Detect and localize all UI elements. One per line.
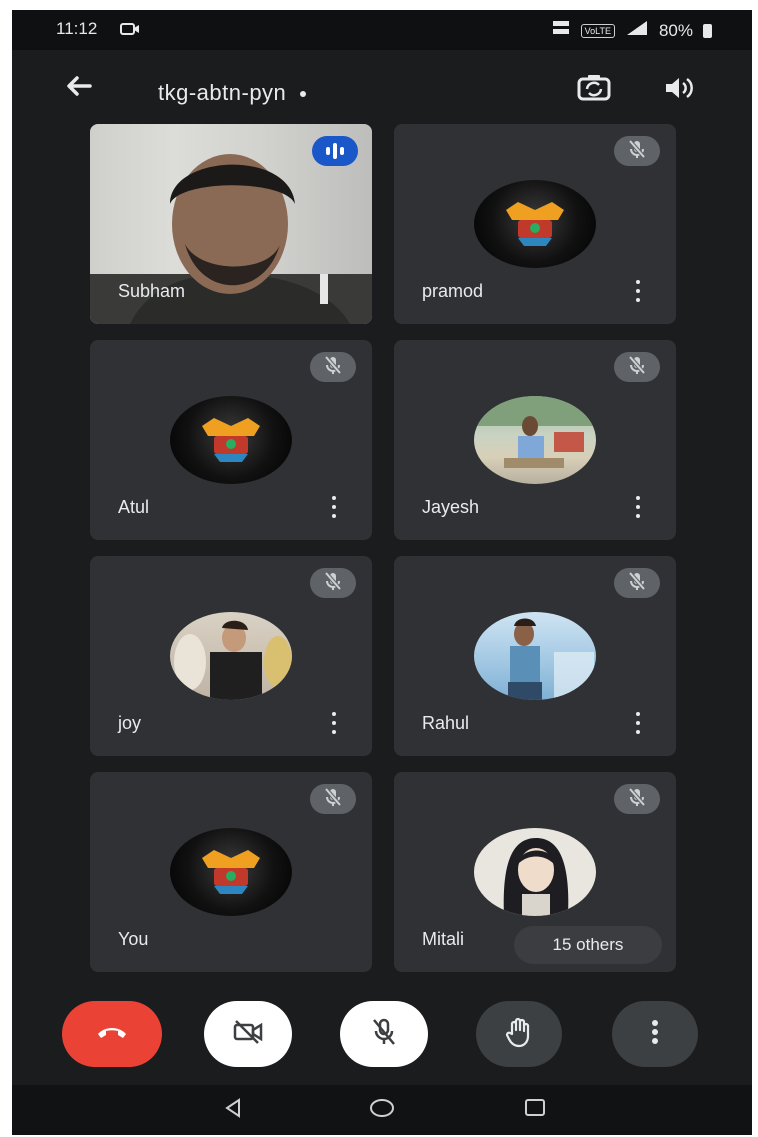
raise-hand-icon [504, 1016, 534, 1053]
status-icons: VoLTE 80% [551, 19, 712, 42]
profile-photo [474, 396, 596, 468]
meeting-code: tkg-abtn-pyn [158, 80, 287, 105]
more-vertical-icon [651, 1019, 659, 1050]
participant-menu-button[interactable] [328, 492, 340, 522]
avatar [170, 396, 292, 484]
mic-toggle-button[interactable] [340, 1001, 428, 1067]
triangle-back-icon [222, 1097, 244, 1124]
audio-wave-icon [326, 143, 344, 159]
avatar [474, 612, 596, 700]
others-chip[interactable]: 15 others [514, 926, 662, 964]
call-controls [12, 995, 752, 1075]
meeting-header: tkg-abtn-pyn [12, 58, 752, 118]
participant-menu-button[interactable] [632, 708, 644, 738]
speaker-icon [663, 74, 697, 107]
switch-camera-button[interactable] [574, 72, 614, 108]
avatar [170, 828, 292, 916]
avatar [474, 396, 596, 484]
raise-hand-button[interactable] [476, 1001, 562, 1067]
profile-photo [508, 618, 594, 700]
status-bar: 11:12 VoLTE 80% [12, 10, 752, 50]
mic-off-icon [370, 1017, 398, 1052]
signal-icon [625, 19, 649, 42]
circle-home-icon [369, 1097, 395, 1124]
meeting-code-button[interactable]: tkg-abtn-pyn [158, 80, 307, 106]
avatar [474, 828, 596, 916]
switch-camera-icon [576, 73, 612, 108]
audio-output-button[interactable] [660, 72, 700, 108]
mic-off-icon [626, 138, 648, 165]
mic-off-icon [322, 354, 344, 381]
participant-menu-button[interactable] [632, 276, 644, 306]
mic-muted-badge [614, 352, 660, 382]
arrow-back-icon [64, 74, 92, 103]
avatar [170, 612, 292, 700]
profile-photo [174, 620, 292, 700]
more-options-button[interactable] [612, 1001, 698, 1067]
battery-icon [703, 23, 712, 38]
mic-muted-badge [310, 784, 356, 814]
avatar [474, 180, 596, 268]
video-off-icon [232, 1019, 264, 1050]
crest-logo-icon [202, 850, 260, 894]
speaking-indicator [312, 136, 358, 166]
mic-muted-badge [614, 784, 660, 814]
participant-tile[interactable]: Jayesh [394, 340, 676, 540]
participant-name: Subham [118, 281, 186, 301]
chevron-right-icon [300, 91, 307, 98]
system-nav-bar [12, 1085, 752, 1135]
crest-logo-icon [202, 418, 260, 462]
participant-name: You [118, 929, 149, 949]
participant-tile[interactable]: Rahul [394, 556, 676, 756]
mic-off-icon [322, 786, 344, 813]
participant-name: joy [118, 713, 142, 733]
participant-name: Atul [118, 497, 150, 517]
square-recents-icon [523, 1097, 547, 1124]
back-button[interactable] [60, 70, 96, 106]
phone-screen: 11:12 VoLTE 80% tkg-abtn-pyn Subham pram… [12, 10, 752, 1135]
mic-off-icon [626, 570, 648, 597]
nav-home-button[interactable] [367, 1097, 397, 1123]
participant-name: Mitali [422, 929, 465, 949]
participant-menu-button[interactable] [632, 492, 644, 522]
nav-back-button[interactable] [218, 1097, 248, 1123]
participant-name: Jayesh [422, 497, 480, 517]
profile-photo [503, 838, 569, 916]
status-time: 11:12 [56, 19, 98, 38]
mic-off-icon [322, 570, 344, 597]
phone-hangup-icon [95, 1022, 129, 1047]
participant-menu-button[interactable] [328, 708, 340, 738]
participant-tile[interactable]: pramod [394, 124, 676, 324]
mic-muted-badge [614, 136, 660, 166]
participant-tile[interactable]: Subham [90, 124, 372, 324]
network-speed-icon [551, 19, 571, 42]
participant-name: pramod [422, 281, 484, 301]
mic-muted-badge [310, 568, 356, 598]
screen-record-icon [120, 21, 140, 42]
participant-tile[interactable]: Atul [90, 340, 372, 540]
crest-logo-icon [506, 202, 564, 246]
volte-badge: VoLTE [580, 23, 615, 38]
participant-tile-self[interactable]: You [90, 772, 372, 972]
participant-tile[interactable]: Mitali 15 others [394, 772, 676, 972]
end-call-button[interactable] [62, 1001, 162, 1067]
mic-muted-badge [310, 352, 356, 382]
participant-name: Rahul [422, 713, 470, 733]
nav-recents-button[interactable] [520, 1097, 550, 1123]
mic-off-icon [626, 786, 648, 813]
mic-off-icon [626, 354, 648, 381]
mic-muted-badge [614, 568, 660, 598]
participant-tile[interactable]: joy [90, 556, 372, 756]
camera-toggle-button[interactable] [204, 1001, 292, 1067]
battery-percent: 80% [658, 20, 693, 40]
